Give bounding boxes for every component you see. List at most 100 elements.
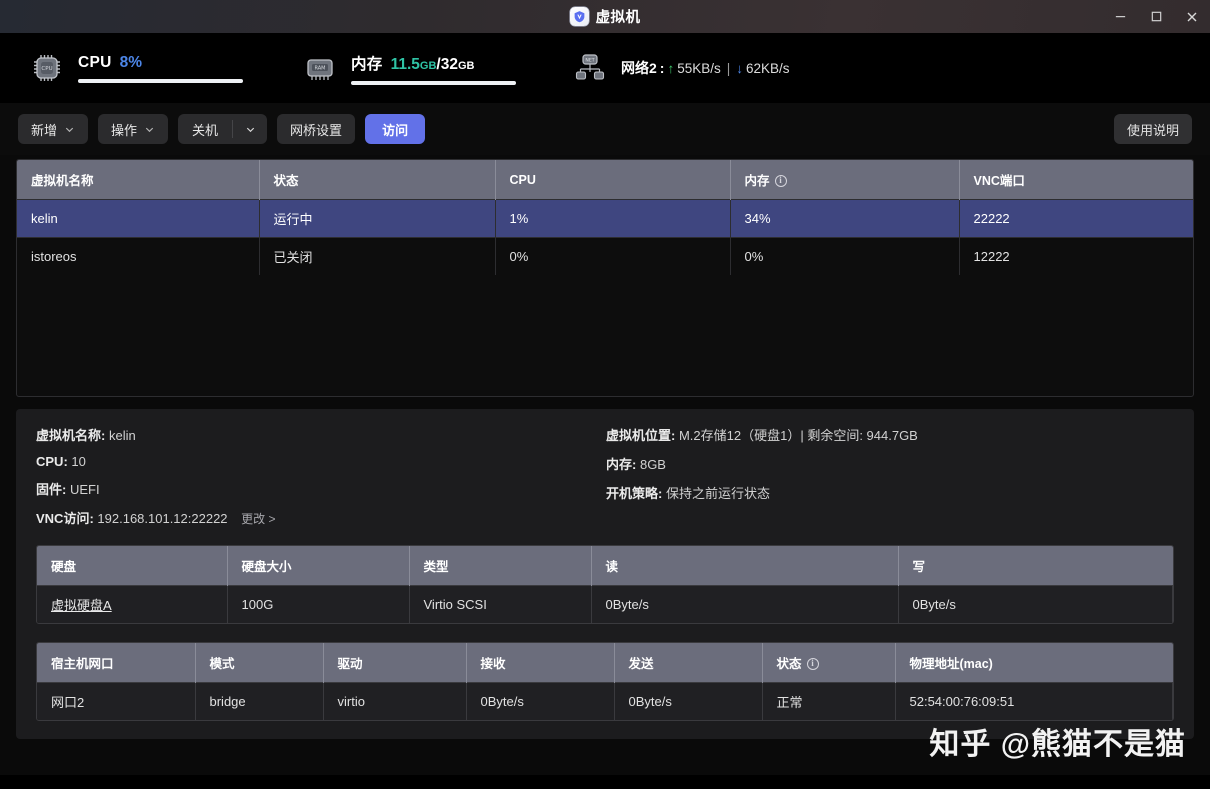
col-net-state[interactable]: 状态 i [762, 643, 896, 683]
detail-location-value: M.2存储12（硬盘1）| 剩余空间: 944.7GB [678, 428, 918, 443]
help-button-label: 使用说明 [1126, 122, 1179, 138]
cell-vnc-port: 12222 [959, 237, 1193, 275]
col-disk-type[interactable]: 类型 [409, 546, 592, 586]
col-disk-write-label: 写 [912, 560, 926, 574]
network-icon: NET [573, 51, 607, 85]
maximize-button[interactable] [1138, 0, 1174, 33]
add-button[interactable]: 新增 [18, 114, 89, 144]
col-vm-name[interactable]: 虚拟机名称 [17, 160, 260, 200]
shutdown-split-button[interactable]: 关机 [178, 114, 268, 144]
cell-disk-name: 虚拟硬盘A [37, 585, 228, 623]
svg-text:CPU: CPU [41, 66, 52, 72]
cell-mac: 52:54:00:76:09:51 [895, 682, 1173, 720]
cell-disk-size: 100G [227, 585, 410, 623]
vm-detail-panel: 虚拟机名称: kelin CPU: 10 固件: UEFI VNC访问: 192… [16, 409, 1194, 739]
cell-tx: 0Byte/s [614, 682, 763, 720]
detail-location: 虚拟机位置: M.2存储12（硬盘1）| 剩余空间: 944.7GB [606, 425, 918, 444]
download-arrow-icon: ↓ [736, 60, 744, 76]
bridge-settings-button[interactable]: 网桥设置 [277, 114, 356, 144]
col-tx[interactable]: 发送 [614, 643, 763, 683]
col-rx-label: 接收 [480, 657, 506, 671]
info-icon[interactable]: i [774, 174, 787, 187]
detail-vnc-access: VNC访问: 192.168.101.12:22222 更改 > [36, 508, 606, 527]
col-vnc-port[interactable]: VNC端口 [959, 160, 1193, 200]
upload-arrow-icon: ↑ [667, 60, 675, 76]
minimize-button[interactable] [1102, 0, 1138, 33]
chevron-down-icon [144, 124, 155, 135]
operations-button[interactable]: 操作 [98, 114, 169, 144]
shutdown-dropdown-toggle[interactable] [233, 114, 267, 144]
col-disk-size[interactable]: 硬盘大小 [227, 546, 410, 586]
title-bar: 虚拟机 [0, 0, 1210, 33]
virtual-machine-window: 虚拟机 CPU CPU 8% RAM 内存 11.5GB/32GB NET 网络… [0, 0, 1210, 789]
col-driver[interactable]: 驱动 [323, 643, 467, 683]
detail-firmware: 固件: UEFI [36, 479, 606, 498]
network-table-panel: 宿主机网口 模式 驱动 接收 发送 状态 i 物理地址(mac) 网口2 brid… [36, 642, 1174, 721]
cpu-progress-track [78, 78, 243, 83]
svg-text:NET: NET [585, 58, 594, 64]
table-row[interactable]: 网口2 bridge virtio 0Byte/s 0Byte/s 正常 52:… [37, 682, 1173, 720]
operations-button-label: 操作 [111, 122, 138, 138]
col-host-port[interactable]: 宿主机网口 [37, 643, 196, 683]
network-stat: NET 网络2 : ↑ 55KB/s | ↓ 62KB/s [573, 51, 790, 85]
detail-left-column: 虚拟机名称: kelin CPU: 10 固件: UEFI VNC访问: 192… [36, 425, 606, 527]
col-disk-read-label: 读 [605, 560, 619, 574]
shutdown-button-label[interactable]: 关机 [178, 114, 232, 144]
table-row[interactable]: kelin 运行中 1% 34% 22222 [17, 199, 1193, 238]
detail-cpu-value: 10 [71, 454, 86, 469]
info-icon[interactable]: i [806, 657, 819, 670]
cpu-chip-icon: CPU [30, 51, 64, 85]
detail-memory: 内存: 8GB [606, 454, 918, 473]
network-stat-text: 网络2 : ↑ 55KB/s | ↓ 62KB/s [621, 58, 790, 78]
help-button[interactable]: 使用说明 [1113, 114, 1192, 144]
disk-table-header-row: 硬盘 硬盘大小 类型 读 写 [37, 546, 1173, 586]
cpu-stat-body: CPU 8% [78, 54, 243, 83]
download-speed: 62KB/s [746, 60, 790, 76]
col-state[interactable]: 状态 [259, 160, 496, 200]
title-group: 虚拟机 [569, 6, 641, 27]
watermark: 知乎 @熊猫不是猫 [929, 728, 1186, 761]
memory-used-unit: GB [419, 59, 437, 72]
cell-driver: virtio [323, 682, 467, 720]
col-vm-name-label: 虚拟机名称 [31, 174, 94, 188]
close-button[interactable] [1174, 0, 1210, 33]
memory-total-unit: GB [457, 59, 475, 72]
cell-host-port: 网口2 [37, 682, 196, 720]
cpu-label: CPU [78, 53, 112, 71]
col-disk[interactable]: 硬盘 [37, 546, 228, 586]
vm-table-head: 虚拟机名称 状态 CPU 内存 i VNC端口 [17, 160, 1193, 200]
col-mode[interactable]: 模式 [195, 643, 324, 683]
col-cpu[interactable]: CPU [495, 160, 731, 200]
col-mac[interactable]: 物理地址(mac) [895, 643, 1173, 683]
table-row[interactable]: 虚拟硬盘A 100G Virtio SCSI 0Byte/s 0Byte/s [37, 585, 1173, 623]
col-mac-label: 物理地址(mac) [909, 657, 993, 671]
detail-firmware-value: UEFI [69, 482, 100, 497]
vnc-change-link[interactable]: 更改 > [241, 512, 275, 526]
col-disk-write[interactable]: 写 [898, 546, 1173, 586]
col-disk-read[interactable]: 读 [591, 546, 899, 586]
memory-label: 内存 [351, 55, 383, 73]
col-host-port-label: 宿主机网口 [51, 657, 114, 671]
disk-name-link[interactable]: 虚拟硬盘A [51, 598, 112, 613]
chevron-down-icon [64, 124, 75, 135]
detail-location-label: 虚拟机位置: [606, 428, 676, 443]
vm-list-panel: 虚拟机名称 状态 CPU 内存 i VNC端口 kelin 运行中 1% 34% … [16, 159, 1194, 397]
detail-vnc-label: VNC访问: [36, 511, 94, 526]
memory-total: 32 [440, 55, 458, 73]
cell-rx: 0Byte/s [466, 682, 615, 720]
bridge-settings-label: 网桥设置 [290, 122, 343, 138]
cell-net-state: 正常 [762, 682, 896, 720]
col-disk-type-label: 类型 [423, 560, 449, 574]
col-memory[interactable]: 内存 i [730, 160, 960, 200]
vm-table-body: kelin 运行中 1% 34% 22222 istoreos 已关闭 0% 0… [17, 199, 1193, 275]
access-button[interactable]: 访问 [365, 114, 426, 144]
table-row[interactable]: istoreos 已关闭 0% 0% 12222 [17, 237, 1193, 275]
network-table-body: 网口2 bridge virtio 0Byte/s 0Byte/s 正常 52:… [37, 682, 1173, 720]
network-label: 网络2 [621, 60, 657, 76]
col-net-state-label: 状态 [776, 657, 802, 671]
col-rx[interactable]: 接收 [466, 643, 615, 683]
disk-table-head: 硬盘 硬盘大小 类型 读 写 [37, 546, 1173, 586]
cpu-stat-line: CPU 8% [78, 54, 243, 72]
cell-state: 已关闭 [259, 237, 496, 275]
cell-cpu: 1% [495, 199, 731, 238]
